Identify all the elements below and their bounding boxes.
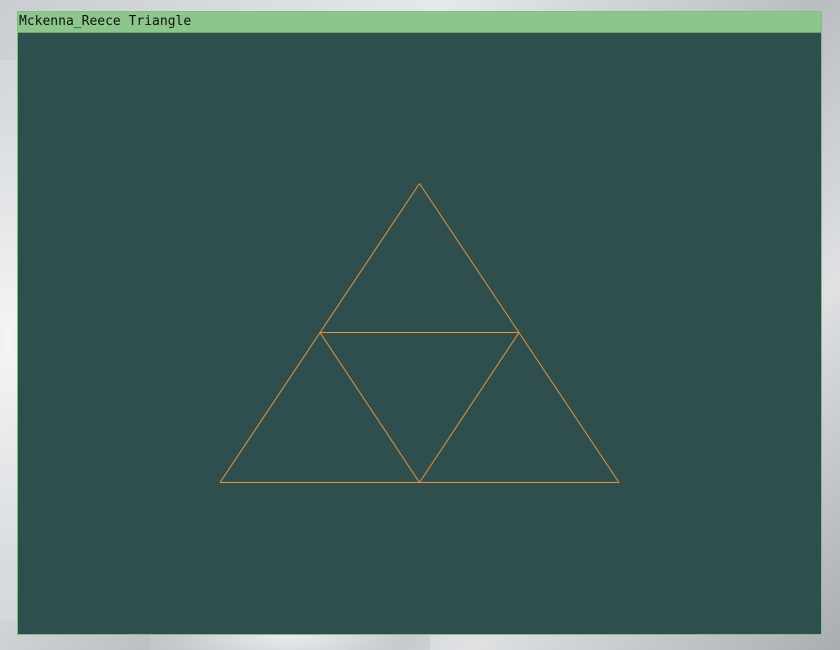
triangle-drawing: [219, 183, 620, 483]
app-window[interactable]: Mckenna_Reece Triangle: [17, 11, 822, 635]
desktop-background: Mckenna_Reece Triangle: [0, 0, 840, 650]
inner-right-edge: [419, 332, 520, 483]
drawing-canvas[interactable]: [18, 33, 821, 634]
window-title: Mckenna_Reece Triangle: [19, 14, 192, 29]
window-titlebar[interactable]: Mckenna_Reece Triangle: [18, 12, 821, 33]
inner-left-edge: [319, 332, 420, 483]
